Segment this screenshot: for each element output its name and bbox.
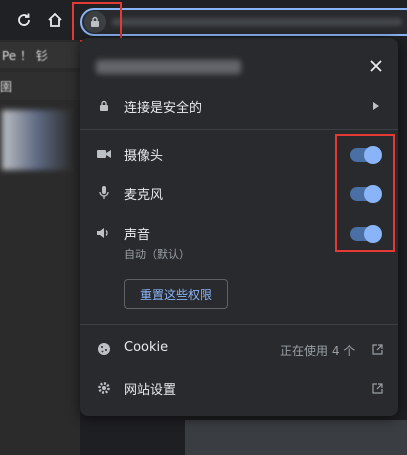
- microphone-icon: [96, 185, 112, 201]
- background-page: [0, 40, 80, 455]
- background-image-obscured: [2, 110, 72, 170]
- lock-icon: [96, 98, 112, 114]
- speaker-icon: [96, 225, 112, 241]
- close-button[interactable]: [366, 56, 386, 76]
- background-panel: [185, 420, 407, 455]
- camera-icon: [96, 146, 112, 162]
- divider: [80, 129, 398, 130]
- reset-permissions-button[interactable]: 重置这些权限: [124, 279, 228, 309]
- highlight-toggles-box: [335, 134, 395, 252]
- cookie-status: 正在使用 4 个: [280, 344, 356, 358]
- home-icon: [48, 12, 62, 27]
- background-text: 圉: [0, 80, 13, 94]
- connection-row[interactable]: 连接是安全的: [80, 90, 398, 122]
- cookie-label: Cookie: [124, 340, 169, 355]
- reload-button[interactable]: [14, 10, 34, 30]
- close-icon: [370, 60, 382, 72]
- connection-label: 连接是安全的: [124, 101, 203, 116]
- permission-sublabel: 自动（默认）: [124, 248, 190, 261]
- url-text-obscured: [112, 18, 402, 26]
- highlight-lock-box: [72, 2, 122, 42]
- site-settings-row[interactable]: 网站设置: [80, 374, 398, 402]
- external-link-icon: [370, 381, 384, 395]
- site-title-obscured: [96, 60, 241, 74]
- cookie-icon: [96, 341, 112, 357]
- cookie-row[interactable]: Cookie 正在使用 4 个: [80, 335, 398, 363]
- home-button[interactable]: [45, 10, 65, 30]
- permission-label: 摄像头: [124, 149, 164, 164]
- permission-label: 声音: [124, 228, 151, 243]
- divider: [80, 324, 398, 325]
- background-text: Pe ！ 钐: [2, 49, 48, 63]
- external-link-icon: [370, 342, 384, 356]
- permission-label: 麦克风: [124, 188, 164, 203]
- reload-icon: [18, 13, 30, 26]
- gear-icon: [96, 380, 112, 396]
- site-settings-label: 网站设置: [124, 383, 177, 398]
- chevron-right-icon: [368, 98, 384, 114]
